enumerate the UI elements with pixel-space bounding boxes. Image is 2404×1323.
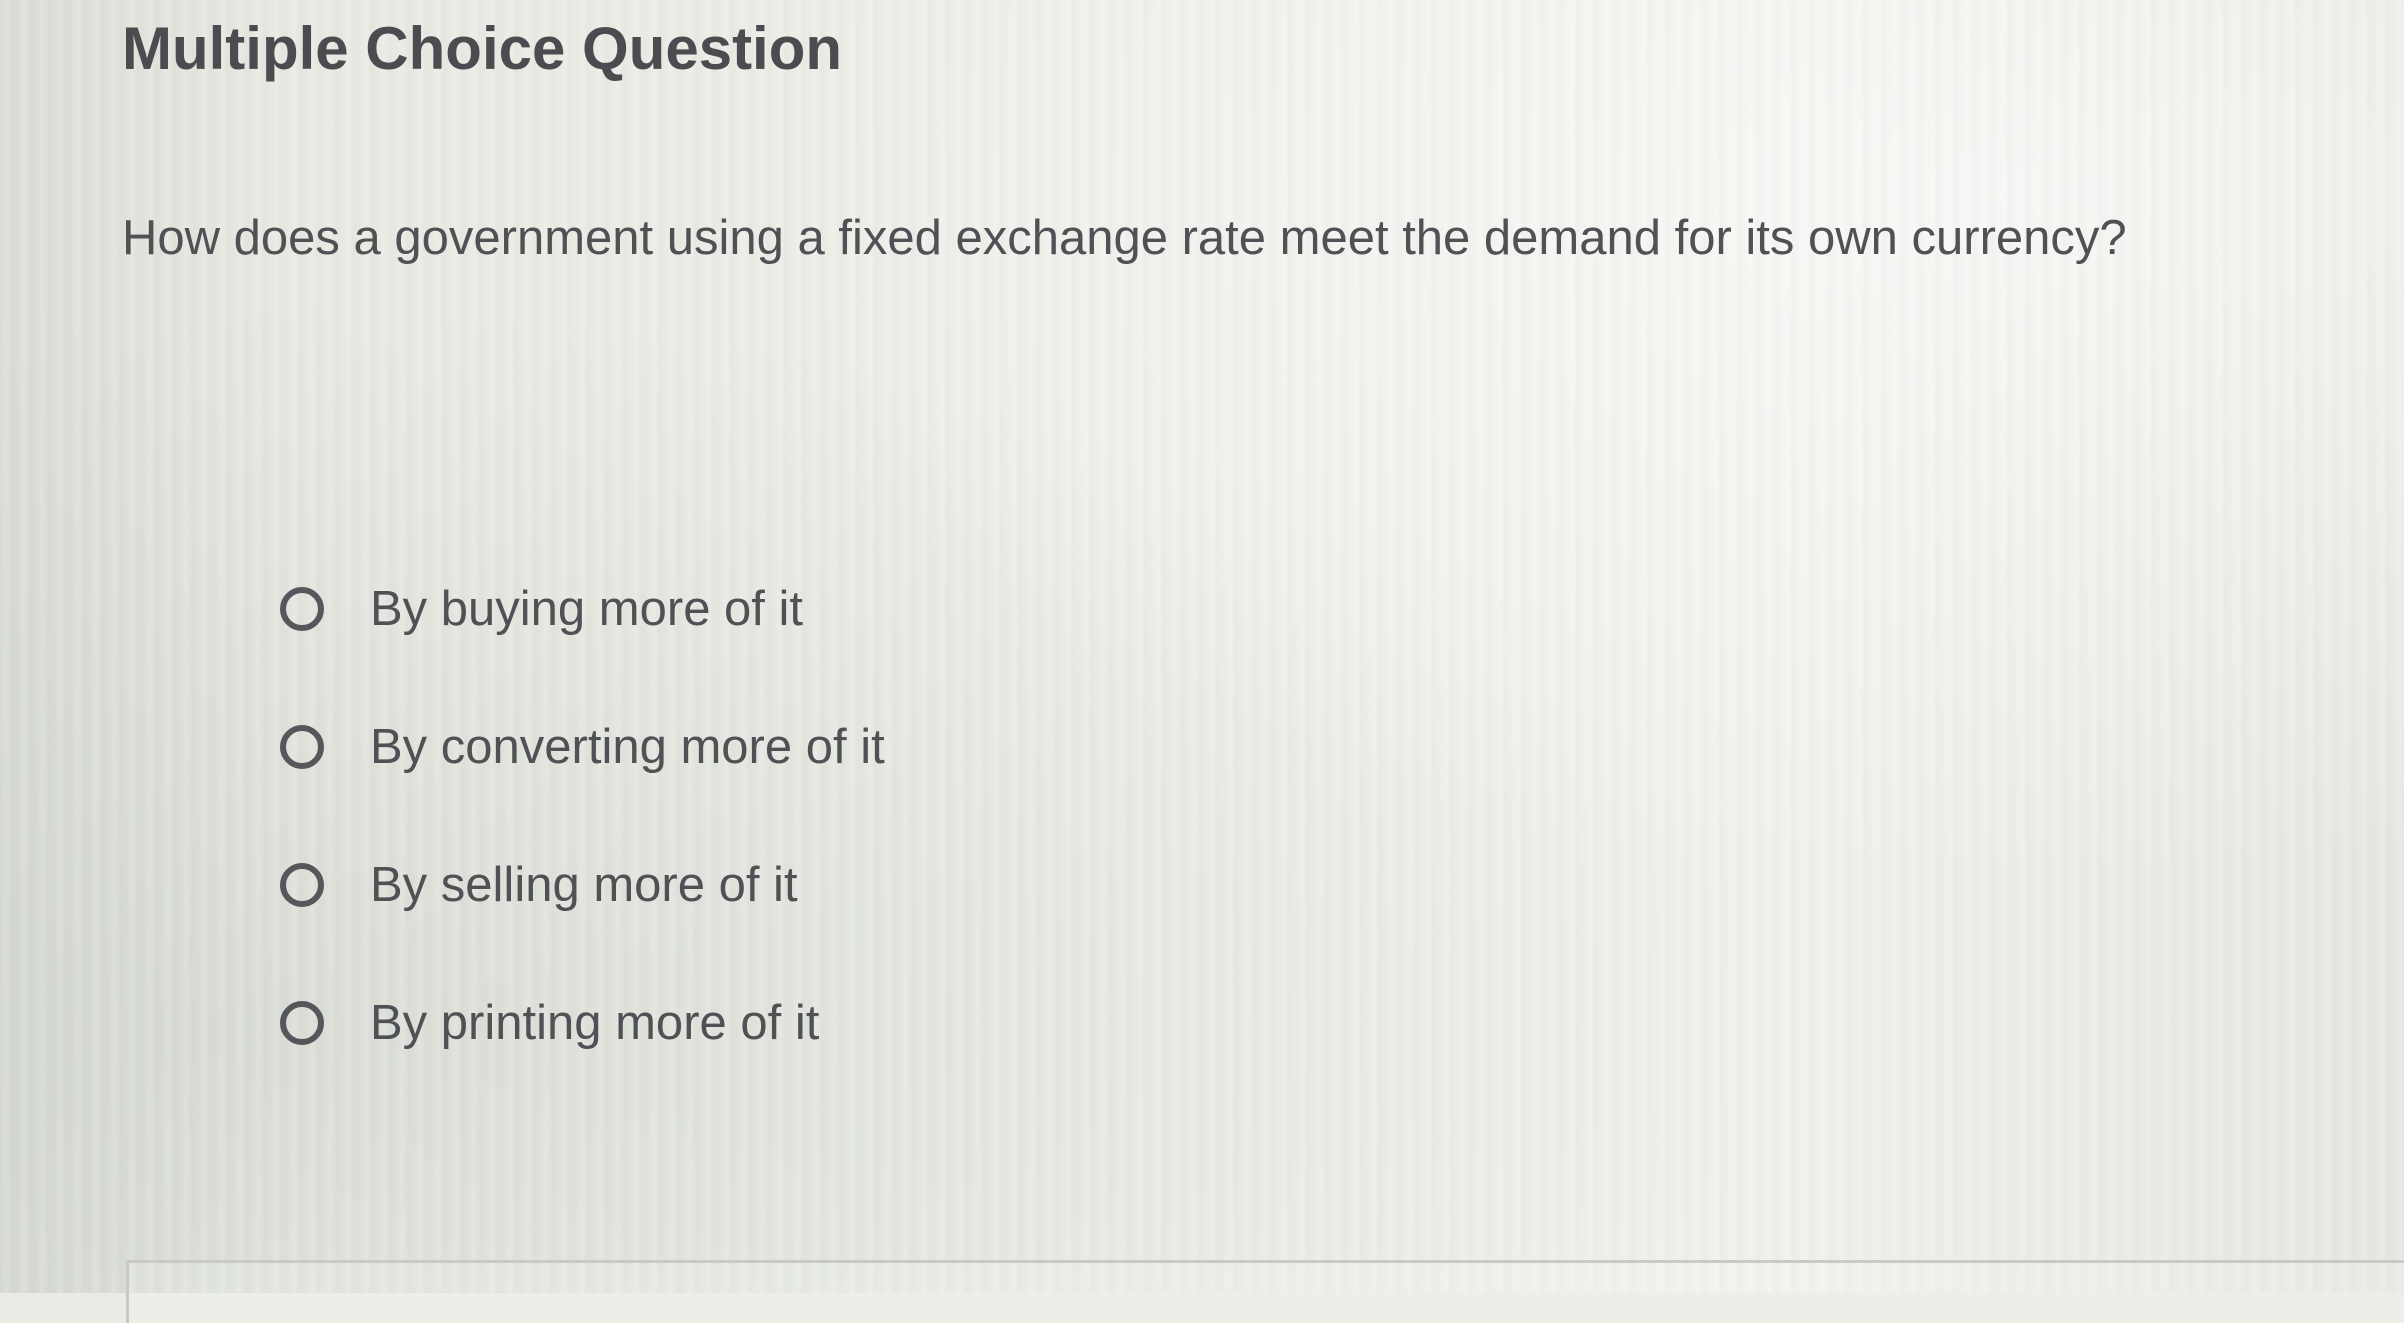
answer-option-label: By printing more of it: [370, 996, 820, 1050]
answer-option-label: By buying more of it: [370, 582, 804, 636]
question-heading: Multiple Choice Question: [122, 15, 843, 82]
answer-option-label: By selling more of it: [370, 858, 798, 912]
radio-button-icon[interactable]: [280, 1001, 324, 1045]
radio-button-icon[interactable]: [280, 587, 324, 631]
answer-option-buying[interactable]: By buying more of it: [280, 540, 885, 678]
answer-option-converting[interactable]: By converting more of it: [280, 678, 885, 816]
answer-option-label: By converting more of it: [370, 720, 885, 774]
radio-button-icon[interactable]: [280, 725, 324, 769]
next-section-box: [126, 1260, 2404, 1323]
question-prompt: How does a government using a fixed exch…: [122, 211, 2127, 265]
answer-option-selling[interactable]: By selling more of it: [280, 816, 885, 954]
radio-button-icon[interactable]: [280, 863, 324, 907]
answer-option-printing[interactable]: By printing more of it: [280, 954, 885, 1092]
answer-options: By buying more of it By converting more …: [280, 540, 885, 1092]
